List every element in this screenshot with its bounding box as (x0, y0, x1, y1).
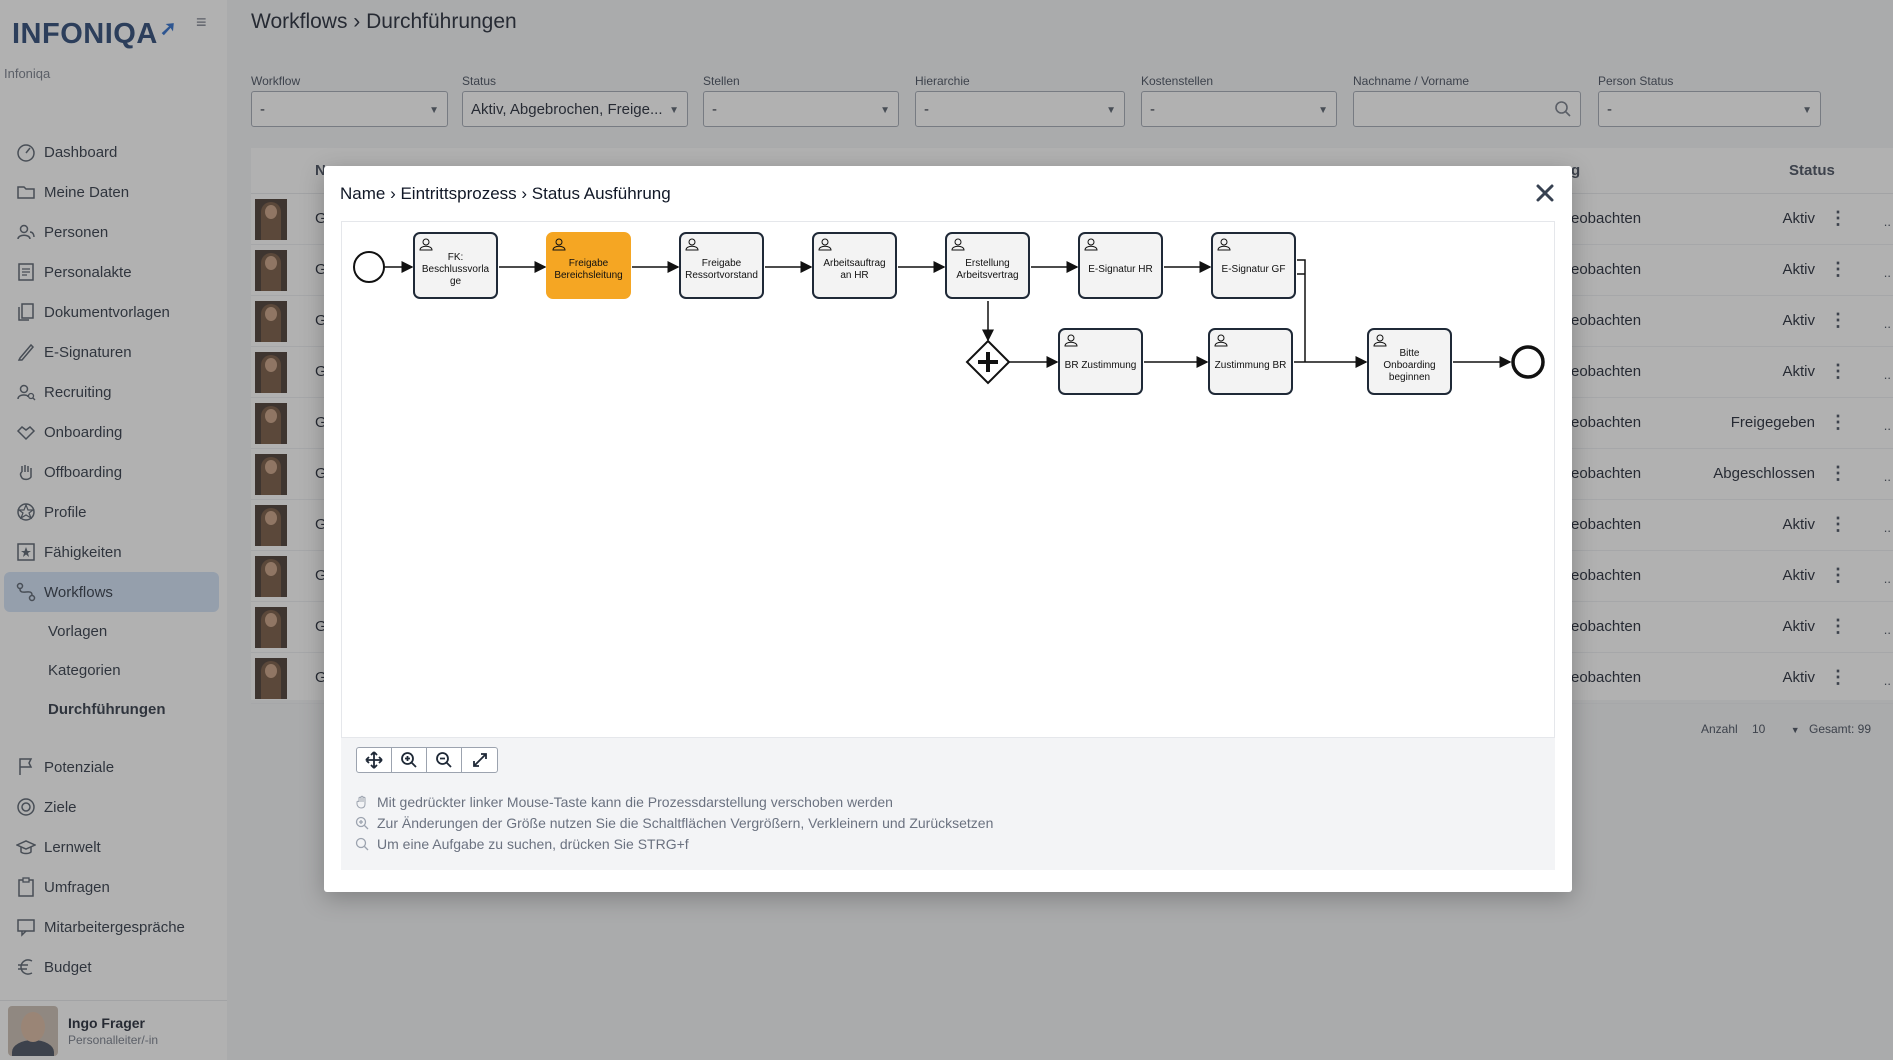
task-label: E-Signatur HR (1088, 263, 1153, 275)
modal-title: Name › Eintrittsprozess › Status Ausführ… (340, 184, 671, 203)
hint-pan: Mit gedrückter linker Mouse-Taste kann d… (355, 794, 893, 810)
hand-pointer-icon (356, 795, 366, 809)
user-task-icon (818, 238, 832, 251)
hint-zoom: Zur Änderungen der Größe nutzen Sie die … (355, 815, 993, 831)
task-e-signatur-hr[interactable]: E-Signatur HR (1078, 232, 1163, 299)
user-task-icon (951, 238, 965, 251)
diagram-controls: Mit gedrückter linker Mouse-Taste kann d… (341, 738, 1555, 870)
move-icon (365, 751, 383, 769)
task-erstellung-arbeitsvertrag[interactable]: Erstellung Arbeitsvertrag (945, 232, 1030, 299)
zoom-in-icon (355, 816, 369, 830)
zoom-out-icon (436, 752, 452, 768)
user-task-icon (1373, 334, 1387, 347)
task-freigabe-ressortvorstand[interactable]: Freigabe Ressortvorstand (679, 232, 764, 299)
task-label: Zustimmung BR (1214, 359, 1287, 371)
task-label: Freigabe Bereichsleitung (554, 257, 623, 281)
hint-text: Zur Änderungen der Größe nutzen Sie die … (377, 815, 994, 831)
task-label: Arbeitsauftrag an HR (823, 257, 886, 281)
hint-text: Um eine Aufgabe zu suchen, drücken Sie S… (377, 836, 689, 852)
task-fk-beschlussvorlage[interactable]: FK: Beschlussvorla ge (413, 232, 498, 299)
task-label: FK: Beschlussvorla ge (421, 251, 490, 287)
user-task-icon (1084, 238, 1098, 251)
reset-zoom-button[interactable] (462, 748, 497, 772)
task-e-signatur-gf[interactable]: E-Signatur GF (1211, 232, 1296, 299)
hint-search: Um eine Aufgabe zu suchen, drücken Sie S… (355, 836, 689, 852)
user-task-icon (552, 238, 566, 251)
task-arbeitsauftrag-an-hr[interactable]: Arbeitsauftrag an HR (812, 232, 897, 299)
end-event[interactable] (1511, 345, 1545, 379)
start-event[interactable] (353, 251, 385, 283)
user-task-icon (1214, 334, 1228, 347)
zoom-in-button[interactable] (392, 748, 427, 772)
task-label: E-Signatur GF (1221, 263, 1286, 275)
user-task-icon (685, 238, 699, 251)
user-task-icon (1064, 334, 1078, 347)
workflow-status-modal: Name › Eintrittsprozess › Status Ausführ… (324, 166, 1572, 892)
task-label: Freigabe Ressortvorstand (685, 257, 758, 281)
pan-button[interactable] (357, 748, 392, 772)
task-br-zustimmung[interactable]: BR Zustimmung (1058, 328, 1143, 395)
zoom-toolbar (356, 747, 498, 773)
hint-text: Mit gedrückter linker Mouse-Taste kann d… (377, 794, 893, 810)
task-zustimmung-br[interactable]: Zustimmung BR (1208, 328, 1293, 395)
user-task-icon (419, 238, 433, 251)
parallel-gateway[interactable] (965, 339, 1011, 385)
expand-icon (472, 753, 487, 767)
task-freigabe-bereichsleitung[interactable]: Freigabe Bereichsleitung (546, 232, 631, 299)
process-diagram[interactable]: FK: Beschlussvorla ge Freigabe Bereichsl… (341, 221, 1555, 738)
task-bitte-onboarding-beginnen[interactable]: Bitte Onboarding beginnen (1367, 328, 1452, 395)
search-icon (355, 837, 369, 851)
task-label: Erstellung Arbeitsvertrag (956, 257, 1019, 281)
zoom-in-icon (401, 752, 417, 768)
close-icon[interactable] (1534, 182, 1556, 204)
diagram-connections (353, 251, 1545, 385)
task-label: BR Zustimmung (1064, 359, 1137, 371)
zoom-out-button[interactable] (427, 748, 462, 772)
task-label: Bitte Onboarding beginnen (1383, 347, 1436, 383)
user-task-icon (1217, 238, 1231, 251)
